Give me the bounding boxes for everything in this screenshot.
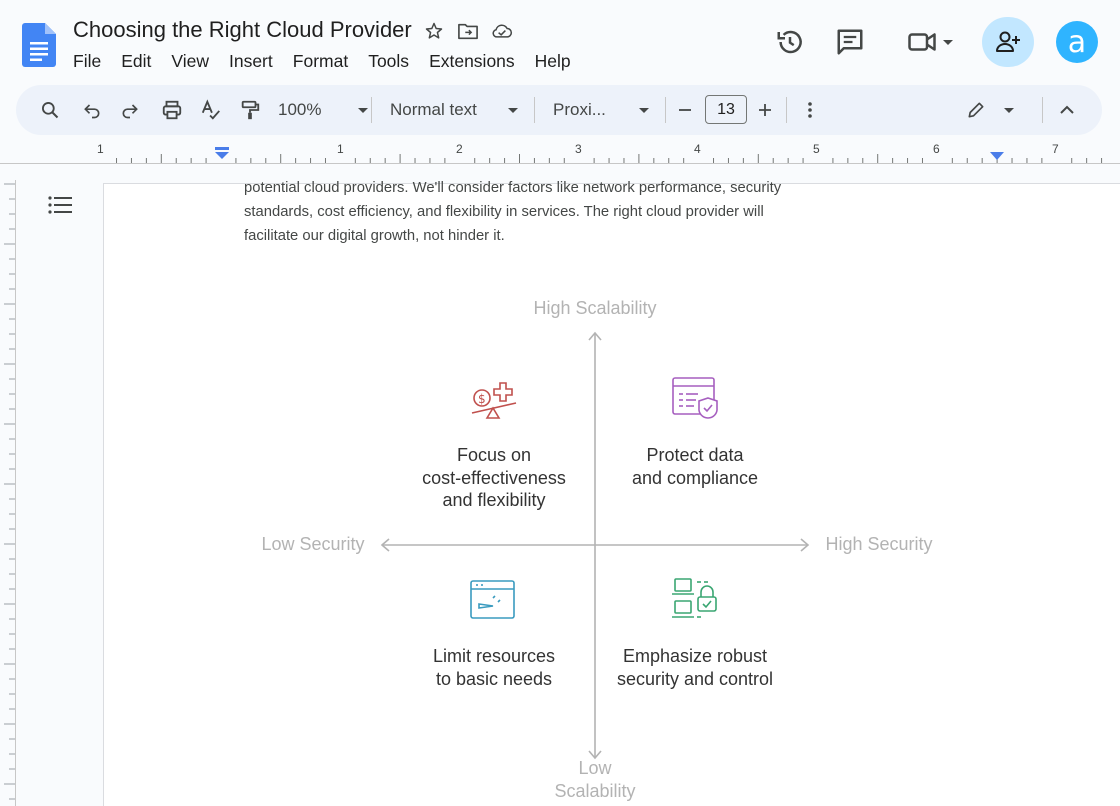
quadrant-label-line: and flexibility [442, 490, 546, 510]
quadrant-label-line: cost-effectiveness [422, 467, 566, 488]
quadrant-label-line: Protect data [646, 445, 744, 465]
quadrant-label-line: security and control [616, 668, 774, 689]
quadrant-label-line: and compliance [631, 467, 759, 488]
y-axis-bottom-label-line: Scalability [554, 781, 636, 801]
shield-document-icon [672, 377, 718, 419]
x-axis-right-label: High Security [825, 534, 933, 554]
quadrant-label-line: to basic needs [435, 668, 553, 689]
quadrant-bottom-left-label: Limit resources to basic needs [394, 645, 594, 690]
quadrant-label-line: Focus on [456, 445, 532, 465]
svg-text:$: $ [478, 392, 486, 406]
secure-devices-icon [672, 578, 717, 618]
y-axis-bottom-label-line: Low [578, 758, 612, 778]
y-axis-bottom-label: Low Scalability [520, 757, 670, 803]
quadrant-top-right-label: Protect data and compliance [595, 444, 795, 489]
quadrant-label-line: Limit resources [432, 646, 556, 666]
quadrant-label-line: Emphasize robust [622, 646, 768, 666]
cost-balance-icon: $ [471, 382, 517, 419]
y-axis-top-label: High Scalability [533, 298, 657, 318]
x-axis-left-label: Low Security [261, 534, 365, 554]
quadrant-bottom-right-label: Emphasize robust security and control [590, 645, 800, 690]
quadrant-top-left-label: Focus on cost-effectiveness and flexibil… [394, 444, 594, 512]
browser-window-icon [470, 580, 515, 619]
